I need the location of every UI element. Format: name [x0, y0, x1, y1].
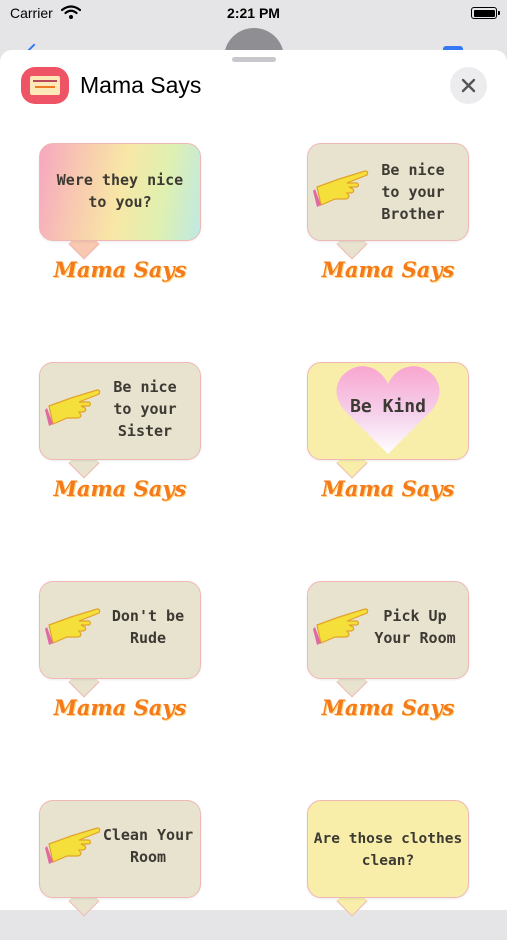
sticker-label: Be nice to your Sister: [113, 378, 177, 440]
app-title: Mama Says: [80, 72, 202, 98]
sticker-label: Be nice to your Brother: [381, 161, 445, 223]
sticker-label: Are those clothes clean?: [313, 831, 463, 869]
sticker-label: Don't be Rude: [111, 607, 185, 647]
sticker-be-nice-brother[interactable]: Be nice to your Brother Mama Says: [307, 143, 469, 283]
sticker-caption: Mama Says: [321, 695, 455, 720]
app-icon: [21, 67, 69, 104]
pointing-hand-icon: [45, 389, 101, 426]
sticker-caption: Mama Says: [321, 257, 455, 282]
sticker-be-kind[interactable]: Be Kind Mama Says: [307, 362, 469, 502]
sticker-dont-be-rude[interactable]: Don't be Rude Mama Says: [39, 581, 201, 721]
sticker-caption: Mama Says: [53, 695, 187, 720]
status-bar: Carrier 2:21 PM: [0, 0, 507, 28]
close-button[interactable]: [450, 67, 487, 104]
sticker-clothes-clean[interactable]: Are those clothes clean?: [307, 800, 469, 940]
pointing-hand-icon: [313, 608, 369, 645]
pointing-hand-icon: [313, 170, 369, 207]
sticker-label: Were they nice to you?: [56, 171, 184, 211]
sticker-label: Pick Up Your Room: [374, 607, 456, 647]
battery-icon: [471, 7, 500, 19]
pointing-hand-icon: [45, 608, 101, 645]
sticker-clean-your-room[interactable]: Clean Your Room: [39, 800, 201, 940]
sticker-sheet: Mama Says Were they nice to you? Mama Sa…: [0, 50, 507, 917]
pointing-hand-icon: [45, 827, 101, 864]
sticker-were-they-nice[interactable]: Were they nice to you? Mama Says: [39, 143, 201, 283]
sticker-caption: Mama Says: [53, 257, 187, 282]
close-icon: [461, 78, 476, 93]
sticker-caption: Mama Says: [321, 476, 455, 501]
clock: 2:21 PM: [227, 5, 280, 21]
sticker-pick-up-room[interactable]: Pick Up Your Room Mama Says: [307, 581, 469, 721]
sticker-caption: Mama Says: [53, 476, 187, 501]
sticker-be-nice-sister[interactable]: Be nice to your Sister Mama Says: [39, 362, 201, 502]
sticker-label: Be Kind: [350, 396, 426, 417]
sticker-label: Clean Your Room: [102, 826, 194, 866]
sheet-grabber[interactable]: [232, 57, 276, 62]
